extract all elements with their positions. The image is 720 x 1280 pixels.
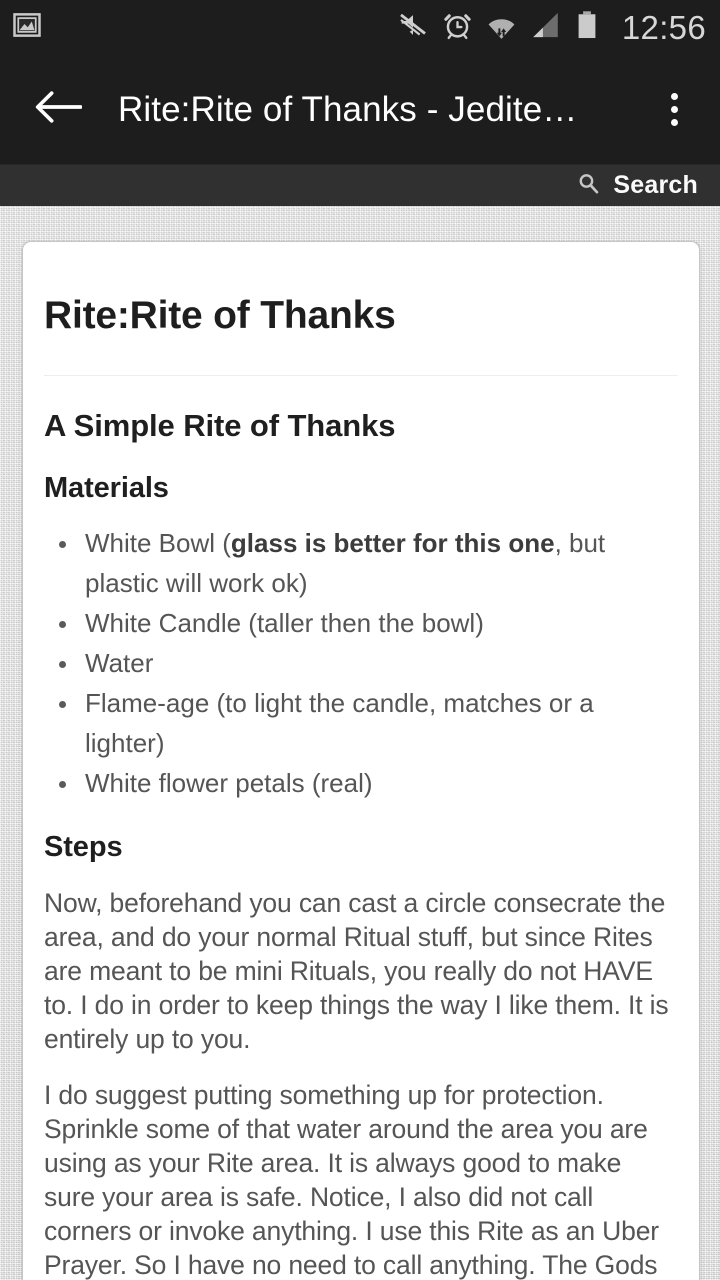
status-bar-system-icons: 12:56 <box>397 9 706 47</box>
title-divider <box>44 375 678 376</box>
status-bar-clock: 12:56 <box>621 8 706 46</box>
battery-icon <box>574 10 600 46</box>
cellular-signal-icon <box>530 10 561 46</box>
list-item-text: Water <box>85 648 154 678</box>
list-item-text: White Bowl (glass is better for this one… <box>85 528 606 598</box>
screenshot-image-icon <box>12 10 42 45</box>
list-item: Flame-age (to light the candle, matches … <box>44 683 678 763</box>
list-item: Water <box>44 643 678 683</box>
section-heading: A Simple Rite of Thanks <box>44 408 396 443</box>
app-bar: Rite:Rite of Thanks - Jedite… <box>0 55 720 164</box>
list-item: White Candle (taller then the bowl) <box>44 603 678 643</box>
overflow-menu-icon <box>670 119 678 126</box>
status-bar: 12:56 <box>0 0 720 55</box>
article-card: Rite:Rite of Thanks A Simple Rite of Tha… <box>22 241 700 1280</box>
overflow-menu-icon <box>670 106 678 113</box>
list-item: White flower petals (real) <box>44 763 678 803</box>
list-item-text: Flame-age (to light the candle, matches … <box>85 688 594 758</box>
search-icon <box>576 171 601 201</box>
materials-list: White Bowl (glass is better for this one… <box>44 523 678 803</box>
list-item: White Bowl (glass is better for this one… <box>44 523 678 603</box>
search-label: Search <box>613 171 698 199</box>
list-item-text: White Candle (taller then the bowl) <box>85 608 484 638</box>
page-title: Rite:Rite of Thanks - Jedite… <box>118 89 578 129</box>
back-arrow-icon <box>34 87 83 132</box>
page-background: Rite:Rite of Thanks A Simple Rite of Tha… <box>0 206 720 1280</box>
materials-heading: Materials <box>44 472 169 504</box>
alarm-clock-icon <box>442 10 473 46</box>
list-item-text: White flower petals (real) <box>85 768 373 798</box>
article-title: Rite:Rite of Thanks <box>44 294 396 337</box>
mute-icon <box>397 9 429 46</box>
paragraph: I do suggest putting something up for pr… <box>44 1080 659 1280</box>
paragraph: Now, beforehand you can cast a circle co… <box>44 888 669 1054</box>
status-bar-notifications <box>12 10 42 45</box>
overflow-menu-button[interactable] <box>646 80 702 140</box>
overflow-menu-icon <box>670 93 678 100</box>
back-button[interactable] <box>30 82 86 138</box>
steps-heading: Steps <box>44 831 123 863</box>
wifi-icon <box>486 10 517 46</box>
search-bar[interactable]: Search <box>0 164 720 206</box>
